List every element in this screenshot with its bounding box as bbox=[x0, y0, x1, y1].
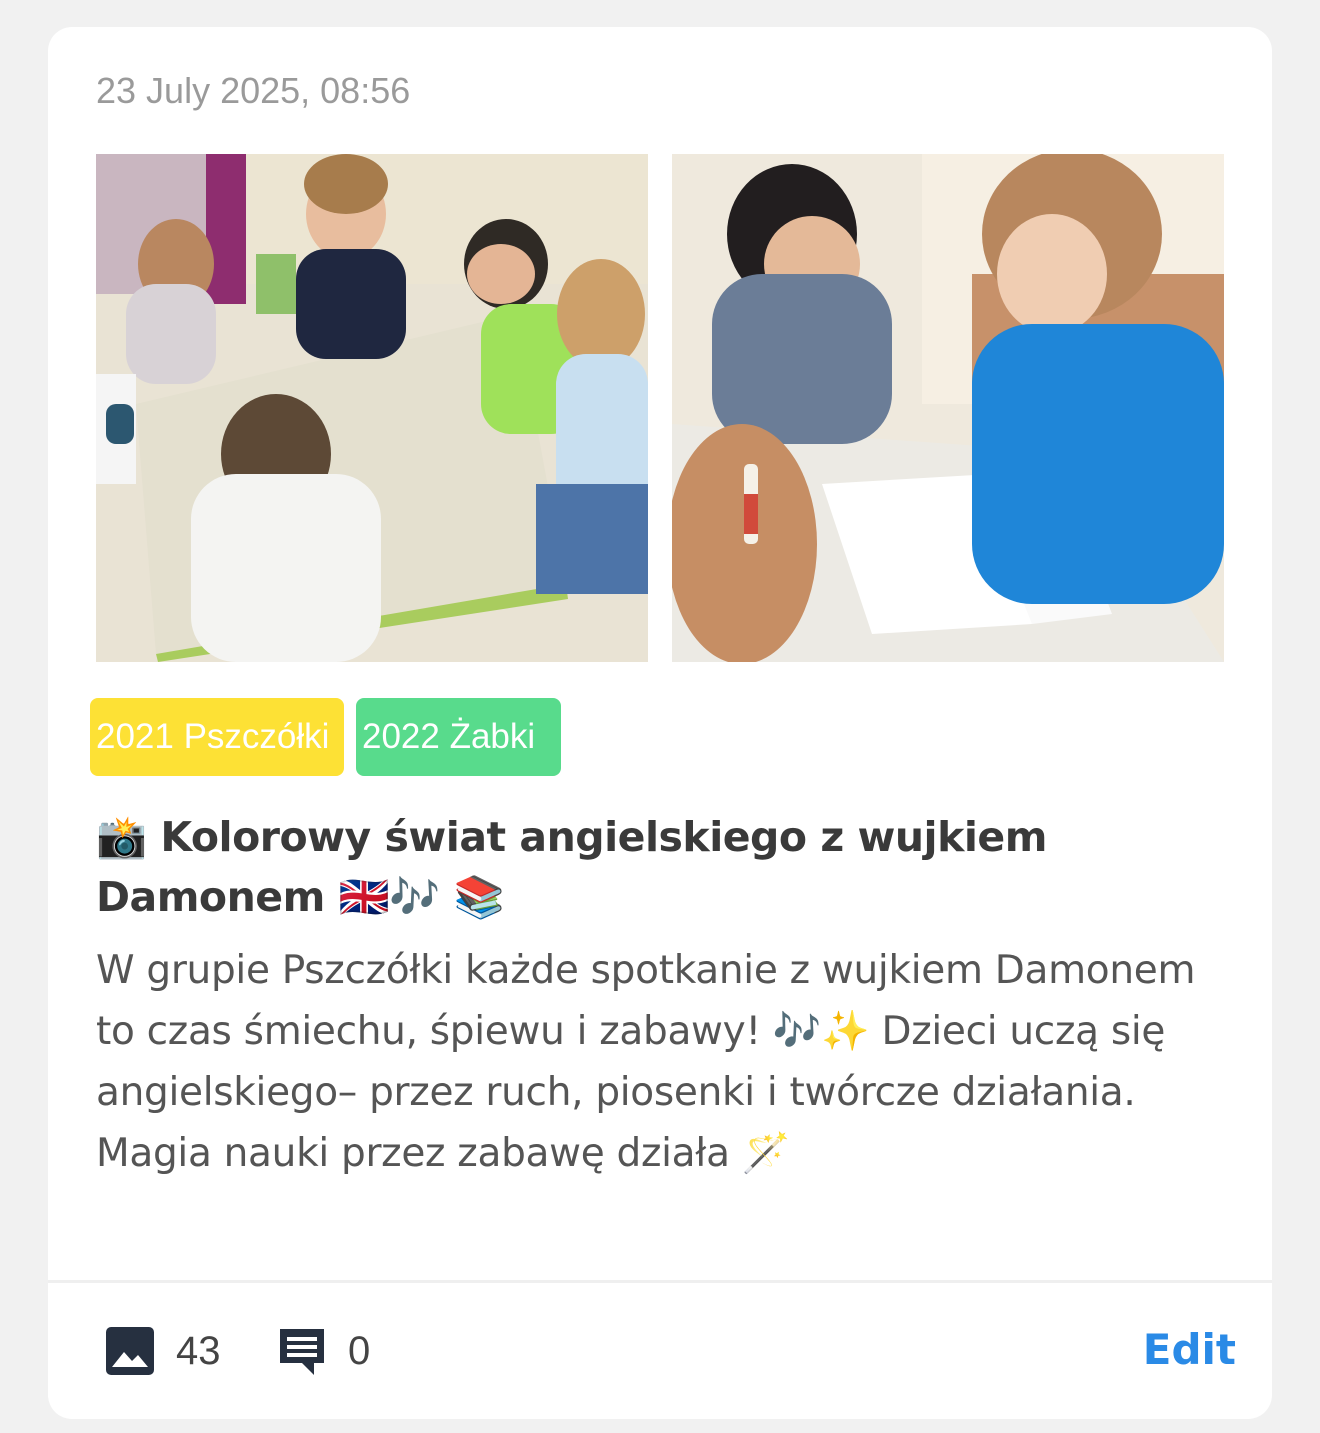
comment-count-stat[interactable]: 0 bbox=[276, 1323, 370, 1379]
edit-button[interactable]: Edit bbox=[1143, 1325, 1236, 1374]
tag-zabki[interactable]: 2022 Żabki bbox=[356, 698, 561, 776]
post-timestamp: 23 July 2025, 08:56 bbox=[96, 70, 411, 111]
photo-count: 43 bbox=[176, 1328, 221, 1373]
photo-thumbnail-1[interactable] bbox=[96, 154, 648, 662]
post-card: 23 July 2025, 08:56 2021 Pszczółki 2022 … bbox=[48, 27, 1272, 1419]
photo-children-cutting-butterfly bbox=[672, 154, 1224, 662]
photo-count-stat[interactable]: 43 bbox=[104, 1323, 221, 1379]
photo-thumbnail-2[interactable] bbox=[672, 154, 1224, 662]
comment-count: 0 bbox=[348, 1328, 371, 1373]
photo-gallery[interactable] bbox=[96, 154, 1224, 662]
photo-children-at-table bbox=[96, 154, 648, 662]
post-body: W grupie Pszczółki każde spotkanie z wuj… bbox=[96, 948, 1196, 1176]
post-title: 📸 Kolorowy świat angielskiego z wujkiem … bbox=[96, 813, 1047, 921]
post-footer: 43 0 Edit bbox=[48, 1283, 1272, 1419]
comment-icon bbox=[280, 1329, 324, 1375]
image-icon bbox=[106, 1327, 154, 1375]
tag-pszczolki[interactable]: 2021 Pszczółki bbox=[90, 698, 344, 776]
